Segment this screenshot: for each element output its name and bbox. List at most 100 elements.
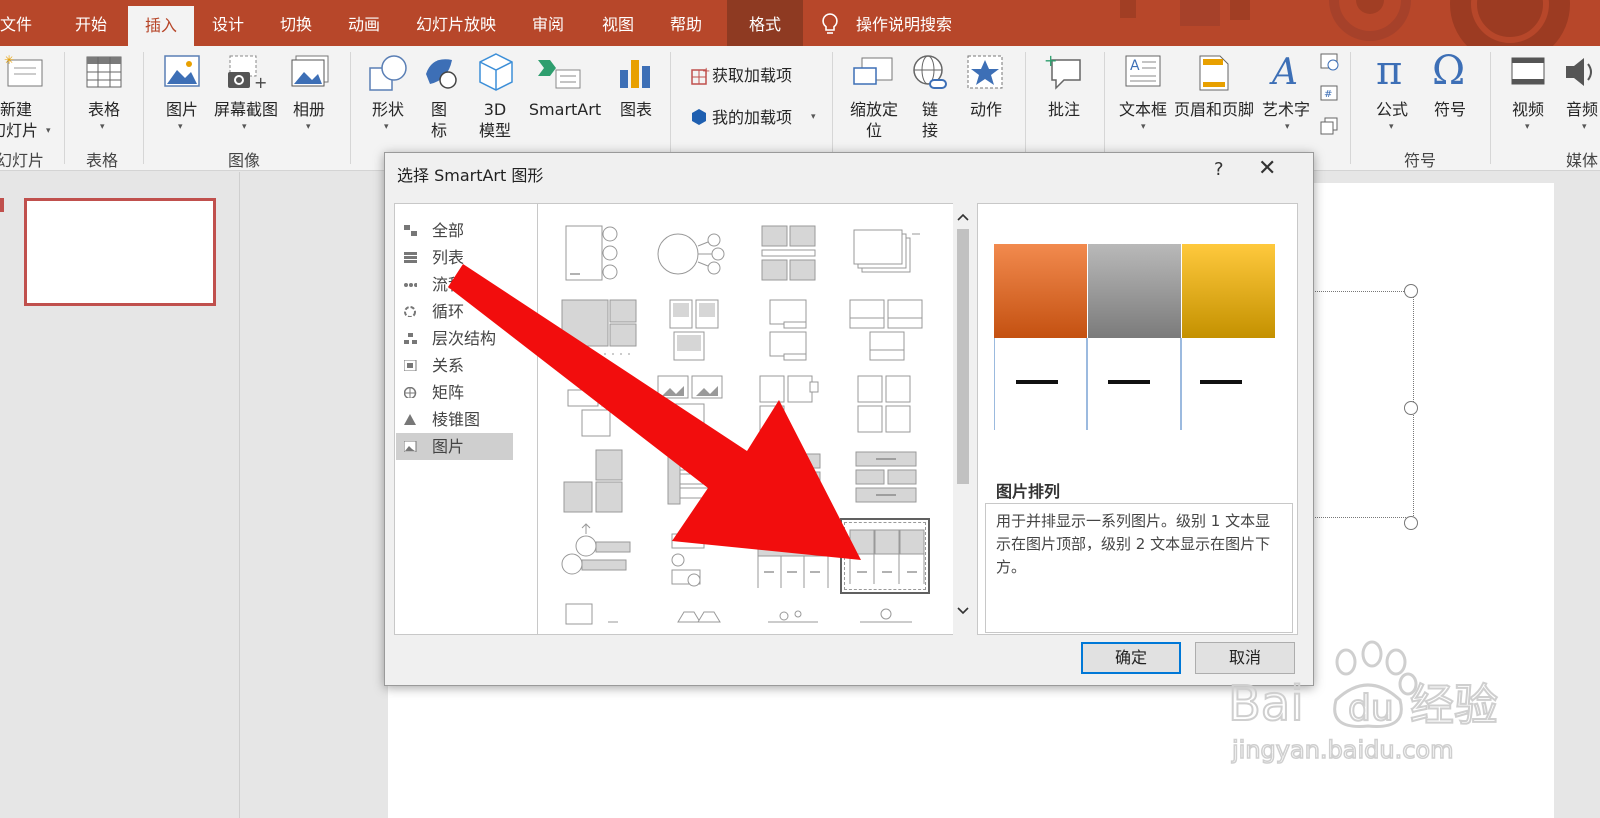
layout-thumbnail-selected[interactable] [840, 518, 930, 594]
layout-thumbnail[interactable] [648, 292, 738, 368]
help-button[interactable]: ? [1214, 159, 1224, 180]
layout-thumbnail[interactable] [840, 596, 930, 635]
zoom-button[interactable]: 缩放定 位 [846, 99, 902, 141]
layout-thumbnail[interactable] [648, 368, 738, 444]
resize-handle[interactable] [1404, 284, 1418, 298]
group-separator [64, 52, 65, 164]
table-button[interactable]: 表格 [86, 99, 122, 120]
group-label-tables: 表格 [86, 151, 119, 170]
layout-thumbnail[interactable] [552, 596, 642, 635]
tab-animations[interactable]: 动画 [348, 0, 380, 46]
new-slide-button[interactable]: 新建 幻灯片 [0, 99, 44, 141]
layout-thumbnail[interactable] [552, 216, 642, 292]
list-category-icon [404, 252, 417, 263]
tab-file[interactable]: 文件 [0, 0, 32, 46]
category-relationship[interactable]: 关系 [396, 352, 513, 379]
wordart-button[interactable]: 艺术字 [1260, 99, 1312, 120]
comment-button[interactable]: 批注 [1046, 99, 1082, 120]
category-cycle[interactable]: 循环 [396, 298, 513, 325]
layout-thumbnail[interactable] [552, 520, 642, 596]
category-label: 关系 [432, 356, 465, 375]
my-addins-button[interactable]: 我的加载项 [712, 107, 792, 128]
resize-handle[interactable] [1404, 516, 1418, 530]
tab-home[interactable]: 开始 [75, 0, 107, 46]
layout-thumbnail[interactable] [744, 216, 834, 292]
slide-thumbnail[interactable] [24, 198, 216, 306]
layout-thumbnail[interactable] [744, 520, 834, 596]
category-list-type[interactable]: 列表 [396, 244, 513, 271]
layout-thumbnail[interactable] [648, 444, 738, 520]
store-icon: + [691, 66, 710, 85]
equation-button[interactable]: 公式 [1372, 99, 1412, 120]
picture-category-icon [404, 441, 417, 452]
layout-thumbnail[interactable] [648, 596, 738, 635]
tab-help[interactable]: 帮助 [670, 0, 702, 46]
header-footer-button[interactable]: 页眉和页脚 [1173, 99, 1255, 120]
layout-thumbnail[interactable] [648, 216, 738, 292]
scroll-up-icon[interactable] [957, 213, 969, 221]
svg-text:✳: ✳ [4, 54, 14, 67]
action-button[interactable]: 动作 [966, 99, 1006, 120]
tab-transitions[interactable]: 切换 [280, 0, 312, 46]
icons-button[interactable]: 图 标 [427, 99, 451, 141]
tab-view[interactable]: 视图 [602, 0, 634, 46]
ok-button[interactable]: 确定 [1081, 642, 1181, 674]
scrollbar-thumb[interactable] [957, 229, 969, 484]
tab-slideshow[interactable]: 幻灯片放映 [416, 0, 496, 46]
close-button[interactable]: ✕ [1258, 158, 1276, 180]
resize-handle[interactable] [1404, 401, 1418, 415]
layout-thumbnail[interactable] [552, 444, 642, 520]
category-all[interactable]: 全部 [396, 217, 513, 244]
layout-thumbnail[interactable] [744, 596, 834, 635]
category-matrix[interactable]: 矩阵 [396, 379, 513, 406]
header-footer-icon [1199, 55, 1229, 91]
tab-review[interactable]: 审阅 [532, 0, 564, 46]
chart-icon [620, 60, 650, 88]
category-label: 图片 [432, 437, 465, 456]
smartart-button[interactable]: SmartArt [526, 99, 604, 120]
layout-thumbnail[interactable] [840, 216, 930, 292]
audio-button[interactable]: 音频 [1566, 99, 1600, 120]
placeholder-selection-box[interactable] [1312, 291, 1414, 518]
layout-thumbnail[interactable] [840, 368, 930, 444]
layout-thumbnail[interactable] [840, 444, 930, 520]
tab-insert[interactable]: 插入 [128, 6, 194, 46]
chevron-down-icon: ▾ [242, 122, 247, 132]
svg-text:经验: 经验 [1410, 680, 1498, 731]
picture-button[interactable]: 图片 [163, 99, 201, 120]
layout-thumbnail[interactable] [552, 292, 642, 368]
group-separator [350, 52, 351, 164]
layout-thumbnail[interactable] [744, 368, 834, 444]
layout-thumbnail[interactable] [840, 292, 930, 368]
shapes-button[interactable]: 形状 [364, 99, 412, 120]
scroll-down-icon[interactable] [957, 607, 969, 615]
group-label-slides: 幻灯片 [0, 151, 45, 170]
category-hierarchy[interactable]: 层次结构 [396, 325, 513, 352]
screenshot-button[interactable]: 屏幕截图 [213, 99, 279, 120]
process-category-icon [404, 283, 417, 287]
photo-album-button[interactable]: 相册 [290, 99, 328, 120]
textbox-button[interactable]: 文本框 [1117, 99, 1169, 120]
chevron-down-icon: ▾ [306, 122, 311, 132]
new-slide-icon: ✳ [4, 54, 43, 87]
tab-design[interactable]: 设计 [212, 0, 244, 46]
picture-strips-layout-icon [849, 529, 925, 584]
category-process[interactable]: 流程 [396, 271, 513, 298]
category-list: 全部 列表 流程 循环 层次结构 关系 矩阵 棱锥图 图片 [394, 203, 539, 635]
icons-icon [426, 59, 457, 89]
chart-button[interactable]: 图表 [616, 99, 656, 120]
category-picture[interactable]: 图片 [396, 433, 513, 460]
svg-text:+: + [254, 73, 266, 92]
layout-thumbnail[interactable] [744, 292, 834, 368]
get-addins-button[interactable]: 获取加载项 [712, 65, 792, 86]
link-button[interactable]: 链 接 [920, 99, 940, 141]
layout-thumbnail[interactable] [552, 368, 642, 444]
category-pyramid[interactable]: 棱锥图 [396, 406, 513, 433]
video-button[interactable]: 视频 [1508, 99, 1548, 120]
symbol-button[interactable]: 符号 [1430, 99, 1470, 120]
layout-thumbnail[interactable] [744, 444, 834, 520]
layout-thumbnail[interactable] [648, 520, 738, 596]
tell-me-search[interactable]: 操作说明搜索 [856, 0, 952, 46]
3d-models-button[interactable]: 3D 模型 [474, 99, 516, 141]
tab-format[interactable]: 格式 [727, 0, 803, 46]
